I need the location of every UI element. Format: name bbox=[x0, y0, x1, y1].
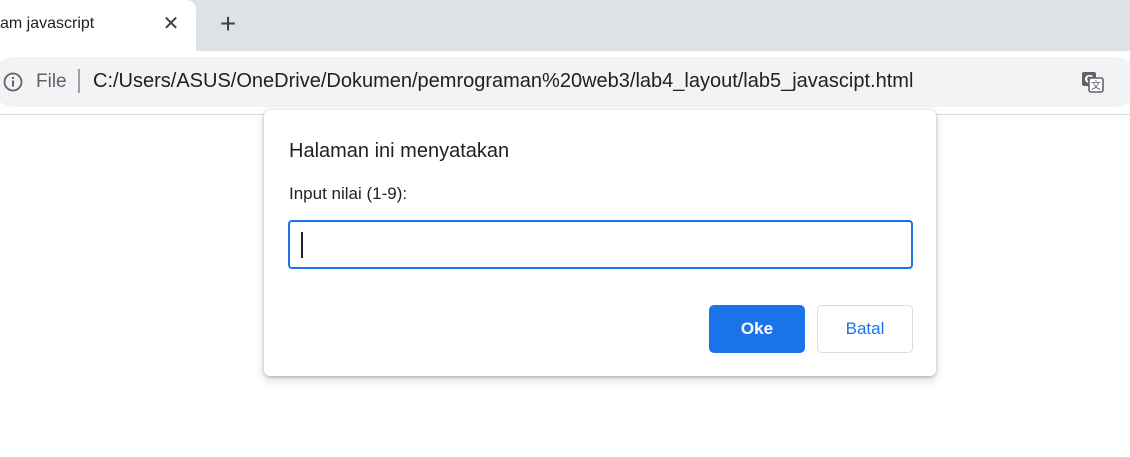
url-text[interactable]: C:/Users/ASUS/OneDrive/Dokumen/pemrogram… bbox=[93, 70, 913, 93]
tab-title: am javascript bbox=[0, 15, 95, 32]
close-icon[interactable]: ✕ bbox=[160, 13, 182, 35]
translate-icon[interactable]: G 文 bbox=[1080, 69, 1106, 95]
new-tab-button[interactable]: + bbox=[214, 10, 242, 38]
toolbar: File C:/Users/ASUS/OneDrive/Dokumen/pemr… bbox=[0, 51, 1130, 115]
info-icon[interactable] bbox=[3, 72, 23, 92]
tab-strip: am javascript ✕ + bbox=[0, 0, 1130, 51]
text-caret bbox=[301, 232, 303, 258]
ok-button[interactable]: Oke bbox=[709, 305, 805, 353]
address-bar[interactable]: File C:/Users/ASUS/OneDrive/Dokumen/pemr… bbox=[0, 57, 1130, 107]
prompt-input[interactable] bbox=[288, 220, 913, 269]
svg-text:文: 文 bbox=[1091, 79, 1101, 92]
dialog-message: Input nilai (1-9): bbox=[289, 184, 408, 203]
cancel-button[interactable]: Batal bbox=[817, 305, 913, 353]
tab-active[interactable]: am javascript ✕ bbox=[0, 0, 196, 51]
divider bbox=[78, 69, 80, 93]
prompt-dialog: Halaman ini menyatakan Input nilai (1-9)… bbox=[264, 110, 936, 376]
dialog-title: Halaman ini menyatakan bbox=[289, 140, 510, 162]
url-scheme-label: File bbox=[36, 71, 67, 92]
